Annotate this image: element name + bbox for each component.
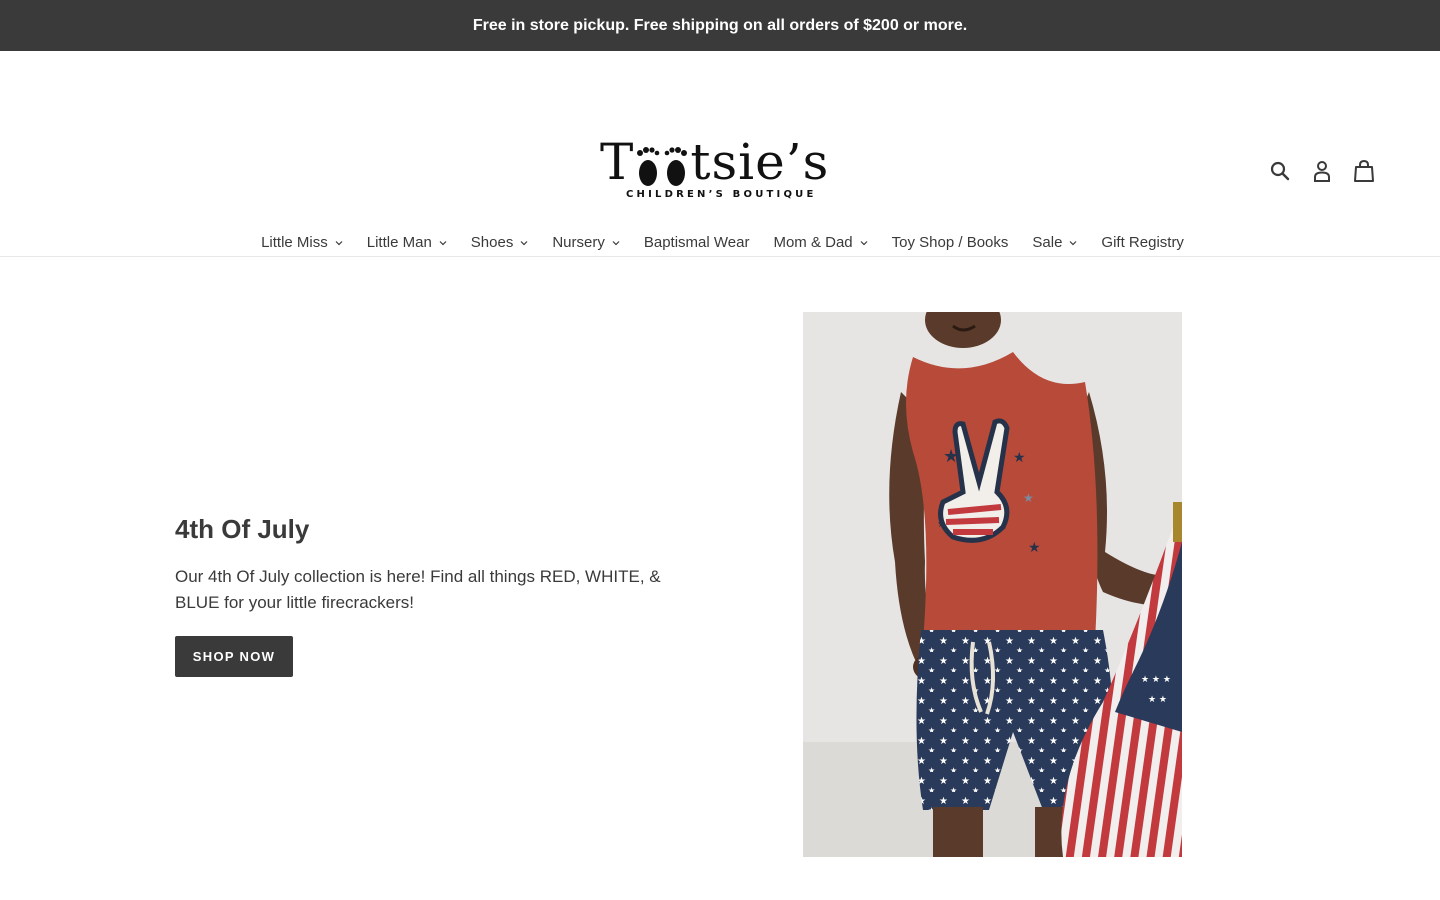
main-navigation: Little Miss Little Man Shoes Nursery Bap… bbox=[0, 234, 1440, 251]
chevron-down-icon bbox=[1069, 240, 1077, 245]
chevron-down-icon bbox=[335, 240, 343, 245]
hero-product-image[interactable]: ★ ★ ★ ★ ★ ★ ★ ★ ★ ★ bbox=[803, 312, 1182, 857]
site-header: T tsie’s CHILDREN’S BOUTIQUE Little Miss… bbox=[0, 51, 1440, 257]
svg-text:★: ★ bbox=[1013, 450, 1026, 466]
nav-item-nursery[interactable]: Nursery bbox=[552, 234, 620, 251]
nav-item-little-man[interactable]: Little Man bbox=[367, 234, 447, 251]
logo-wordmark: T tsie’s bbox=[600, 133, 830, 191]
hero-text-block: 4th Of July Our 4th Of July collection i… bbox=[175, 512, 675, 677]
hero-description: Our 4th Of July collection is here! Find… bbox=[175, 567, 661, 612]
search-icon[interactable] bbox=[1268, 157, 1292, 185]
nav-item-baptismal-wear[interactable]: Baptismal Wear bbox=[644, 234, 750, 251]
svg-text:★ ★ ★: ★ ★ ★ bbox=[1141, 675, 1171, 685]
chevron-down-icon bbox=[439, 240, 447, 245]
announcement-bar: Free in store pickup. Free shipping on a… bbox=[0, 0, 1440, 51]
chevron-down-icon bbox=[860, 240, 868, 245]
brand-logo[interactable]: T tsie’s CHILDREN’S BOUTIQUE bbox=[600, 137, 840, 203]
svg-text:★: ★ bbox=[937, 519, 946, 530]
nav-item-little-miss[interactable]: Little Miss bbox=[261, 234, 343, 251]
nav-item-sale[interactable]: Sale bbox=[1032, 234, 1077, 251]
nav-item-mom-and-dad[interactable]: Mom & Dad bbox=[773, 234, 868, 251]
featured-collection-section: 4th Of July Our 4th Of July collection i… bbox=[0, 257, 1440, 900]
hero-title: 4th Of July bbox=[175, 514, 310, 544]
svg-text:★: ★ bbox=[1023, 491, 1034, 505]
svg-text:★: ★ bbox=[943, 446, 959, 467]
svg-text:★ ★: ★ ★ bbox=[1148, 695, 1167, 705]
account-icon[interactable] bbox=[1310, 157, 1334, 185]
nav-item-toy-shop-books[interactable]: Toy Shop / Books bbox=[892, 234, 1009, 251]
svg-text:★: ★ bbox=[1028, 540, 1041, 556]
nav-item-gift-registry[interactable]: Gift Registry bbox=[1101, 234, 1184, 251]
announcement-text: Free in store pickup. Free shipping on a… bbox=[472, 16, 968, 34]
chevron-down-icon bbox=[612, 240, 620, 245]
nav-item-shoes[interactable]: Shoes bbox=[471, 234, 529, 251]
cart-icon[interactable] bbox=[1352, 157, 1376, 185]
chevron-down-icon bbox=[520, 240, 528, 245]
footprints-icon bbox=[635, 143, 689, 187]
logo-tagline: CHILDREN’S BOUTIQUE bbox=[626, 189, 817, 200]
header-icons bbox=[1268, 157, 1376, 185]
shop-now-button[interactable]: SHOP NOW bbox=[175, 636, 293, 677]
